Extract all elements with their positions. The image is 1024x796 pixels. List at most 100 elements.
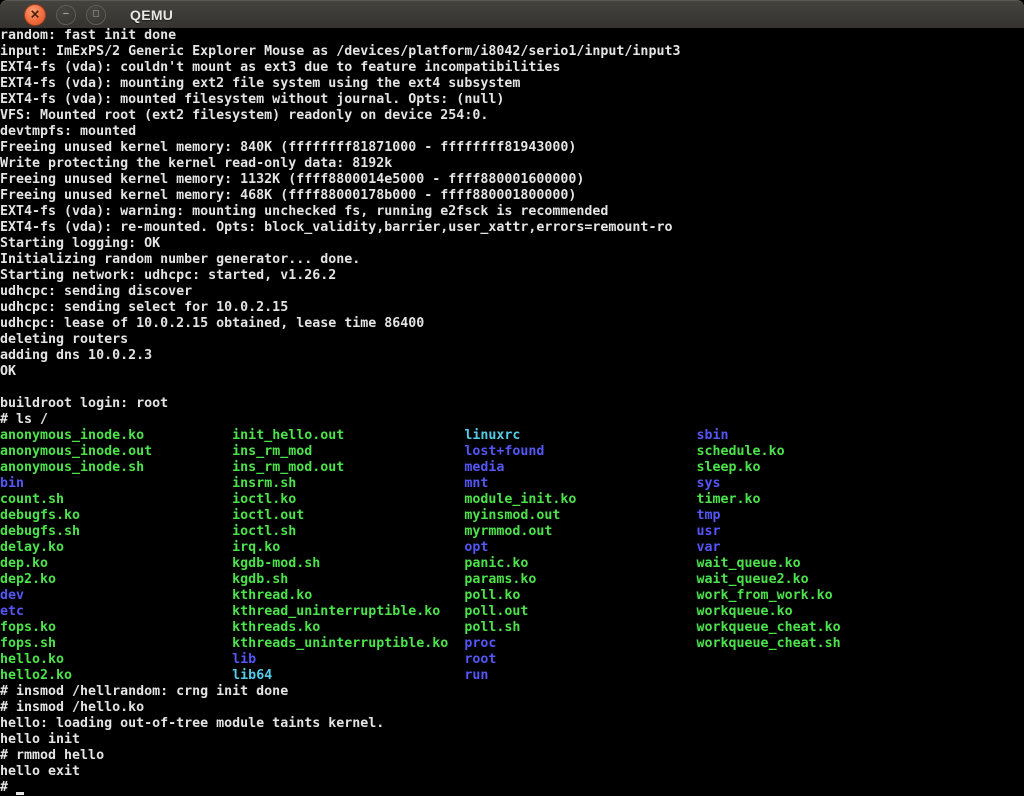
- ls-entry: poll.out: [464, 604, 696, 619]
- ls-entry: poll.ko: [464, 588, 696, 603]
- boot-log-line: Freeing unused kernel memory: 1132K (fff…: [0, 172, 1024, 188]
- ls-output-row: hello2.ko lib64 run: [0, 668, 1024, 684]
- ls-output-row: etc kthread_uninterruptible.ko poll.out …: [0, 604, 1024, 620]
- boot-log-line: input: ImExPS/2 Generic Explorer Mouse a…: [0, 44, 1024, 60]
- boot-log-line: Write protecting the kernel read-only da…: [0, 156, 1024, 172]
- ls-entry: debugfs.ko: [0, 508, 232, 523]
- ls-output-row: fops.ko kthreads.ko poll.sh workqueue_ch…: [0, 620, 1024, 636]
- ls-entry: timer.ko: [697, 492, 761, 507]
- login-line: buildroot login: root: [0, 396, 1024, 412]
- shell-line: hello exit: [0, 764, 1024, 780]
- ls-entry: kthreads_uninterruptible.ko: [232, 636, 464, 651]
- ls-entry: sys: [697, 476, 721, 491]
- ls-entry: insrm.sh: [232, 476, 464, 491]
- ls-entry: anonymous_inode.sh: [0, 460, 232, 475]
- ls-output-row: bin insrm.sh mnt sys: [0, 476, 1024, 492]
- boot-log-line: devtmpfs: mounted: [0, 124, 1024, 140]
- ls-entry: myinsmod.out: [464, 508, 696, 523]
- ls-entry: anonymous_inode.out: [0, 444, 232, 459]
- terminal-screen[interactable]: random: fast init doneinput: ImExPS/2 Ge…: [0, 28, 1024, 796]
- ls-entry: run: [464, 668, 696, 683]
- ls-entry: fops.sh: [0, 636, 232, 651]
- ls-entry: ins_rm_mod: [232, 444, 464, 459]
- ls-entry: kthread.ko: [232, 588, 464, 603]
- ls-entry: fops.ko: [0, 620, 232, 635]
- ls-entry: anonymous_inode.ko: [0, 428, 232, 443]
- ls-entry: poll.sh: [464, 620, 696, 635]
- ls-entry: kgdb-mod.sh: [232, 556, 464, 571]
- ls-entry: proc: [464, 636, 696, 651]
- boot-log-line: EXT4-fs (vda): couldn't mount as ext3 du…: [0, 60, 1024, 76]
- ls-entry: work_from_work.ko: [697, 588, 833, 603]
- ls-entry: sbin: [697, 428, 729, 443]
- ls-output-row: dev kthread.ko poll.ko work_from_work.ko: [0, 588, 1024, 604]
- ls-entry: dep.ko: [0, 556, 232, 571]
- boot-log-line: udhcpc: lease of 10.0.2.15 obtained, lea…: [0, 316, 1024, 332]
- maximize-button[interactable]: □: [86, 5, 106, 25]
- boot-log-line: adding dns 10.0.2.3: [0, 348, 1024, 364]
- ls-entry: lost+found: [464, 444, 696, 459]
- prompt-text: #: [0, 780, 16, 795]
- maximize-icon: □: [93, 9, 99, 19]
- ls-output-row: fops.sh kthreads_uninterruptible.ko proc…: [0, 636, 1024, 652]
- ls-entry: irq.ko: [232, 540, 464, 555]
- terminal-cursor: [16, 792, 24, 795]
- ls-entry: workqueue_cheat.ko: [697, 620, 841, 635]
- boot-log-line: Freeing unused kernel memory: 840K (ffff…: [0, 140, 1024, 156]
- boot-log-line: random: fast init done: [0, 28, 1024, 44]
- ls-output-row: debugfs.ko ioctl.out myinsmod.out tmp: [0, 508, 1024, 524]
- ls-entry: dev: [0, 588, 232, 603]
- ls-entry: params.ko: [464, 572, 696, 587]
- shell-line: # insmod /hello.ko: [0, 700, 1024, 716]
- minimize-icon: −: [63, 9, 69, 20]
- shell-line: # insmod /hellrandom: crng init done: [0, 684, 1024, 700]
- ls-entry: wait_queue.ko: [697, 556, 801, 571]
- boot-log-line: udhcpc: sending select for 10.0.2.15: [0, 300, 1024, 316]
- ls-entry: workqueue.ko: [697, 604, 793, 619]
- boot-log-line: Starting network: udhcpc: started, v1.26…: [0, 268, 1024, 284]
- window-title: QEMU: [130, 7, 173, 23]
- boot-log-line: Initializing random number generator... …: [0, 252, 1024, 268]
- shell-line: hello: loading out-of-tree module taints…: [0, 716, 1024, 732]
- ls-output-row: anonymous_inode.out ins_rm_mod lost+foun…: [0, 444, 1024, 460]
- ls-output-row: anonymous_inode.sh ins_rm_mod.out media …: [0, 460, 1024, 476]
- ls-entry: ioctl.ko: [232, 492, 464, 507]
- ls-entry: ioctl.out: [232, 508, 464, 523]
- ls-entry: mnt: [464, 476, 696, 491]
- close-icon: ✕: [30, 8, 40, 20]
- ls-entry: root: [464, 652, 696, 667]
- ls-entry: var: [697, 540, 721, 555]
- boot-log-line: Freeing unused kernel memory: 468K (ffff…: [0, 188, 1024, 204]
- title-bar[interactable]: ✕ − □ QEMU: [0, 0, 1024, 28]
- close-button[interactable]: ✕: [24, 4, 46, 26]
- ls-output-row: dep2.ko kgdb.sh params.ko wait_queue2.ko: [0, 572, 1024, 588]
- ls-entry: workqueue_cheat.sh: [697, 636, 841, 651]
- ls-entry: count.sh: [0, 492, 232, 507]
- ls-output-row: hello.ko lib root: [0, 652, 1024, 668]
- ls-entry: sleep.ko: [697, 460, 761, 475]
- ls-entry: hello2.ko: [0, 668, 232, 683]
- prompt-line: #: [0, 780, 1024, 796]
- ls-output-row: dep.ko kgdb-mod.sh panic.ko wait_queue.k…: [0, 556, 1024, 572]
- ls-entry: module_init.ko: [464, 492, 696, 507]
- ls-entry: media: [464, 460, 696, 475]
- boot-log-line: EXT4-fs (vda): warning: mounting uncheck…: [0, 204, 1024, 220]
- boot-log-line: udhcpc: sending discover: [0, 284, 1024, 300]
- ls-entry: lib: [232, 652, 464, 667]
- ls-command-line: # ls /: [0, 412, 1024, 428]
- boot-log-line: [0, 380, 1024, 396]
- ls-entry: usr: [697, 524, 721, 539]
- boot-log-line: EXT4-fs (vda): mounted filesystem withou…: [0, 92, 1024, 108]
- ls-entry: bin: [0, 476, 232, 491]
- ls-entry: myrmmod.out: [464, 524, 696, 539]
- ls-entry: dep2.ko: [0, 572, 232, 587]
- shell-line: # rmmod hello: [0, 748, 1024, 764]
- ls-output-row: anonymous_inode.ko init_hello.out linuxr…: [0, 428, 1024, 444]
- boot-log-line: Starting logging: OK: [0, 236, 1024, 252]
- ls-output-row: debugfs.sh ioctl.sh myrmmod.out usr: [0, 524, 1024, 540]
- minimize-button[interactable]: −: [56, 5, 76, 25]
- boot-log-line: deleting routers: [0, 332, 1024, 348]
- ls-output-row: count.sh ioctl.ko module_init.ko timer.k…: [0, 492, 1024, 508]
- ls-entry: schedule.ko: [697, 444, 785, 459]
- ls-entry: kgdb.sh: [232, 572, 464, 587]
